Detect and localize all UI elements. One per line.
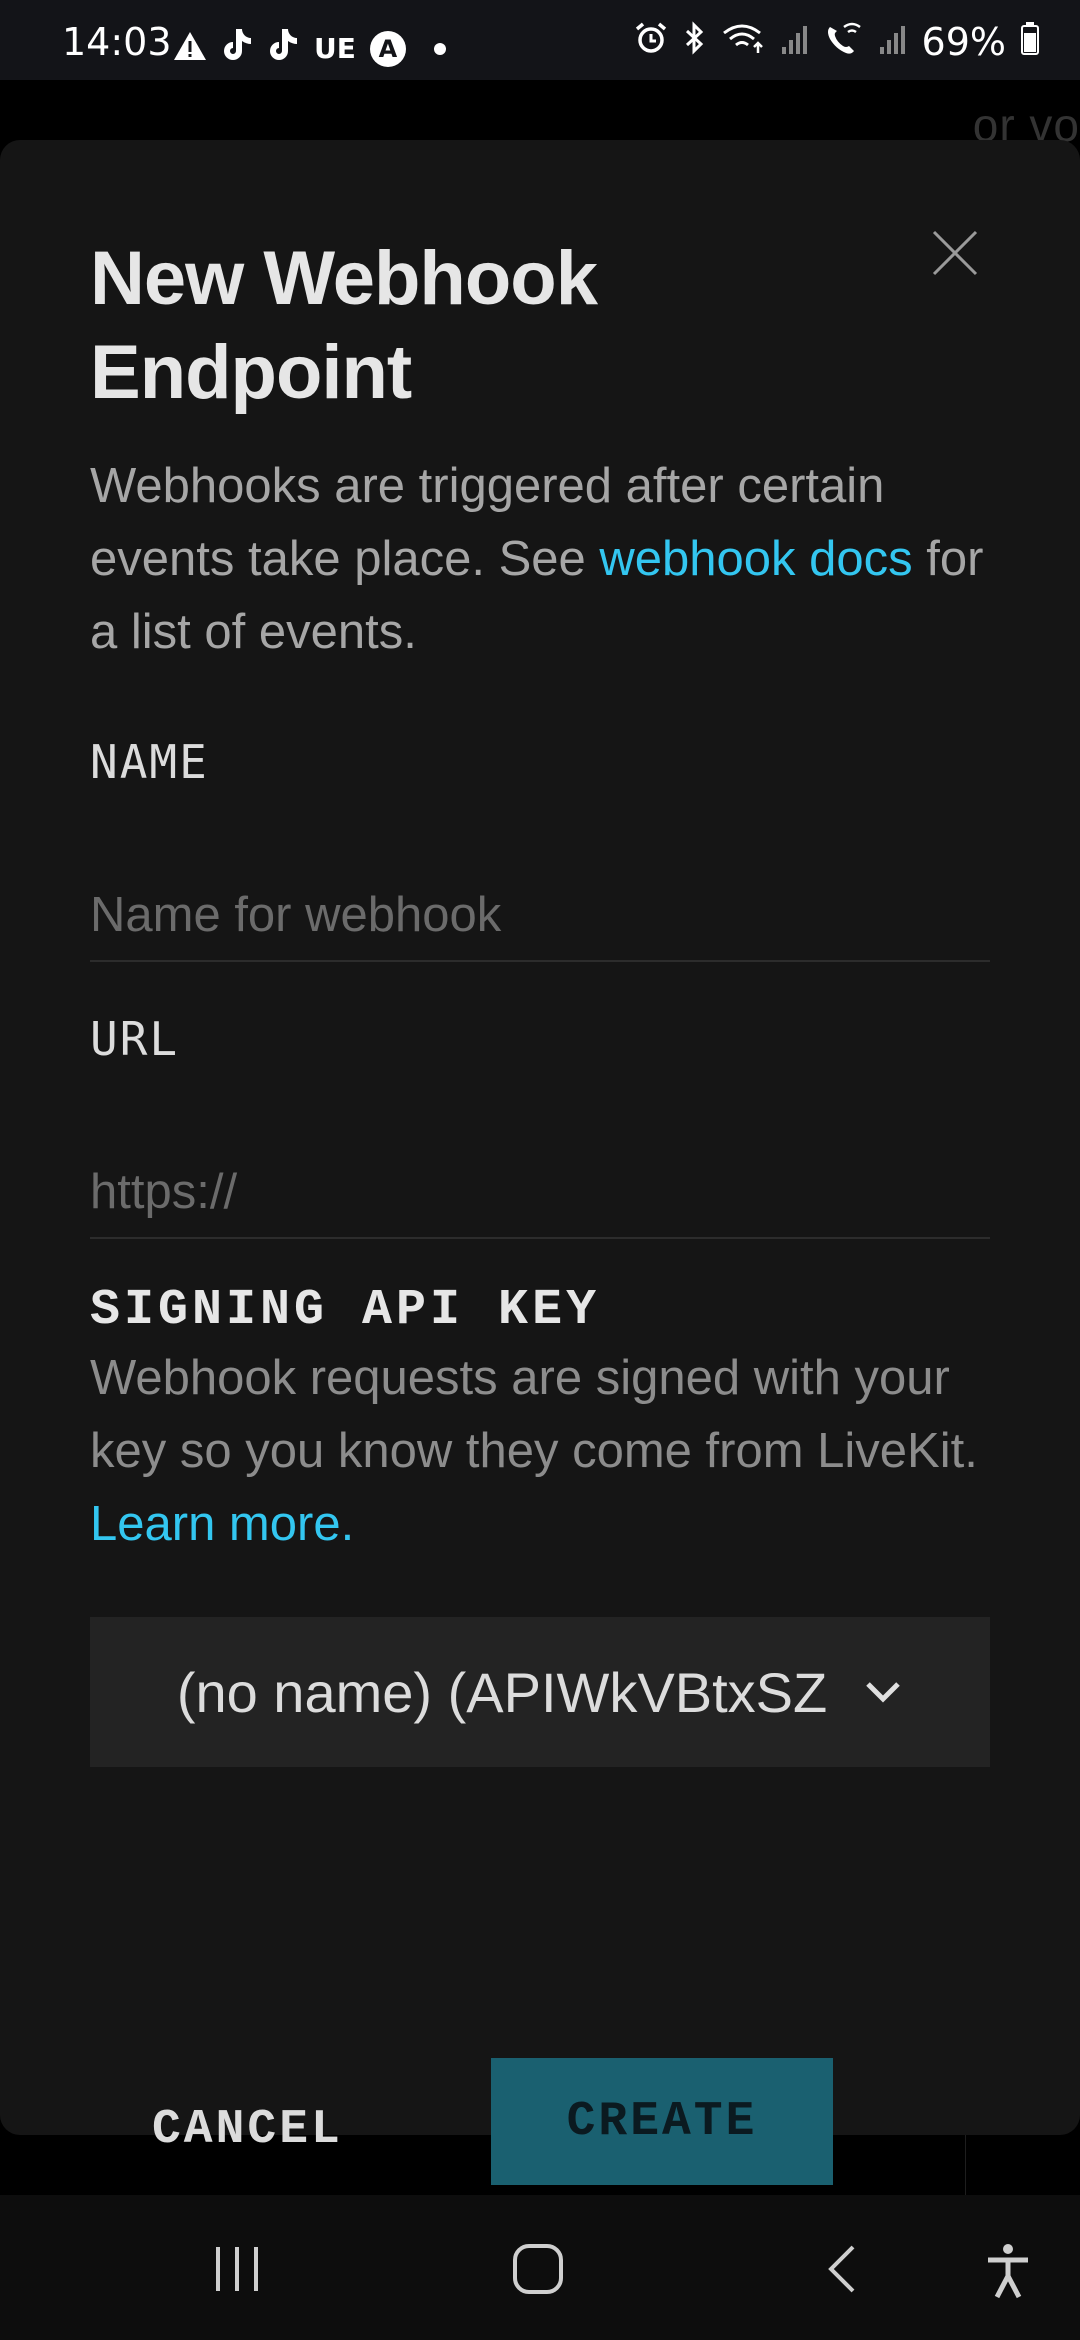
alarm-icon (634, 20, 668, 64)
battery-icon (1020, 20, 1040, 64)
recent-apps-button[interactable] (212, 2243, 262, 2300)
signing-description: Webhook requests are signed with your ke… (90, 1342, 1010, 1561)
signing-description-text: Webhook requests are signed with your ke… (90, 1351, 978, 1478)
alert-icon (172, 27, 208, 71)
url-label: URL (90, 1012, 180, 1066)
a-circle-letter: A (378, 34, 398, 63)
learn-more-link[interactable]: Learn more. (90, 1497, 354, 1551)
signal-icon (780, 20, 810, 64)
dot-icon (433, 42, 446, 55)
tiktok-icon (268, 26, 300, 71)
dialog-description: Webhooks are triggered after certain eve… (90, 450, 1010, 669)
api-key-select[interactable]: (no name) (APIWkVBtxSZ (90, 1617, 990, 1767)
tiktok-icon (222, 26, 254, 71)
home-button[interactable] (512, 2243, 564, 2300)
signing-api-key-label: SIGNING API KEY (90, 1282, 601, 1339)
battery-percent: 69% (921, 20, 1006, 64)
accessibility-icon (988, 2244, 1028, 2299)
chevron-down-icon (866, 1682, 900, 1703)
name-label: NAME (90, 735, 209, 789)
dialog-title: New Webhook Endpoint (90, 232, 890, 420)
wifi-call-icon (824, 20, 864, 64)
system-icons: 69% (634, 20, 1040, 64)
dialog-title-line2: Endpoint (90, 330, 412, 415)
status-bar: 14:03 UE A 69% (0, 0, 1080, 80)
back-button[interactable] (825, 2243, 859, 2300)
dialog-title-line1: New Webhook (90, 236, 598, 321)
notification-icons: UE A (172, 26, 446, 71)
cancel-button[interactable]: CANCEL (152, 2085, 343, 2175)
close-button[interactable] (930, 228, 980, 278)
new-webhook-dialog: New Webhook Endpoint Webhooks are trigge… (0, 140, 1080, 2185)
name-input[interactable] (90, 870, 990, 962)
recent-apps-icon (216, 2247, 258, 2291)
close-icon (932, 230, 978, 276)
a-circle-icon: A (369, 30, 406, 67)
ue-label: UE (314, 32, 356, 65)
create-button[interactable]: CREATE (491, 2058, 833, 2185)
home-icon (513, 2244, 563, 2294)
signal-icon (878, 20, 908, 64)
navigation-bar (0, 2195, 1080, 2340)
api-key-select-value: (no name) (APIWkVBtxSZ (176, 1660, 828, 1724)
status-time: 14:03 (62, 20, 172, 64)
wifi-icon (722, 20, 766, 64)
bluetooth-icon (682, 20, 708, 64)
accessibility-button[interactable] (985, 2243, 1031, 2304)
url-input[interactable] (90, 1147, 990, 1239)
webhook-docs-link[interactable]: webhook docs (599, 532, 912, 586)
back-icon (828, 2245, 855, 2293)
